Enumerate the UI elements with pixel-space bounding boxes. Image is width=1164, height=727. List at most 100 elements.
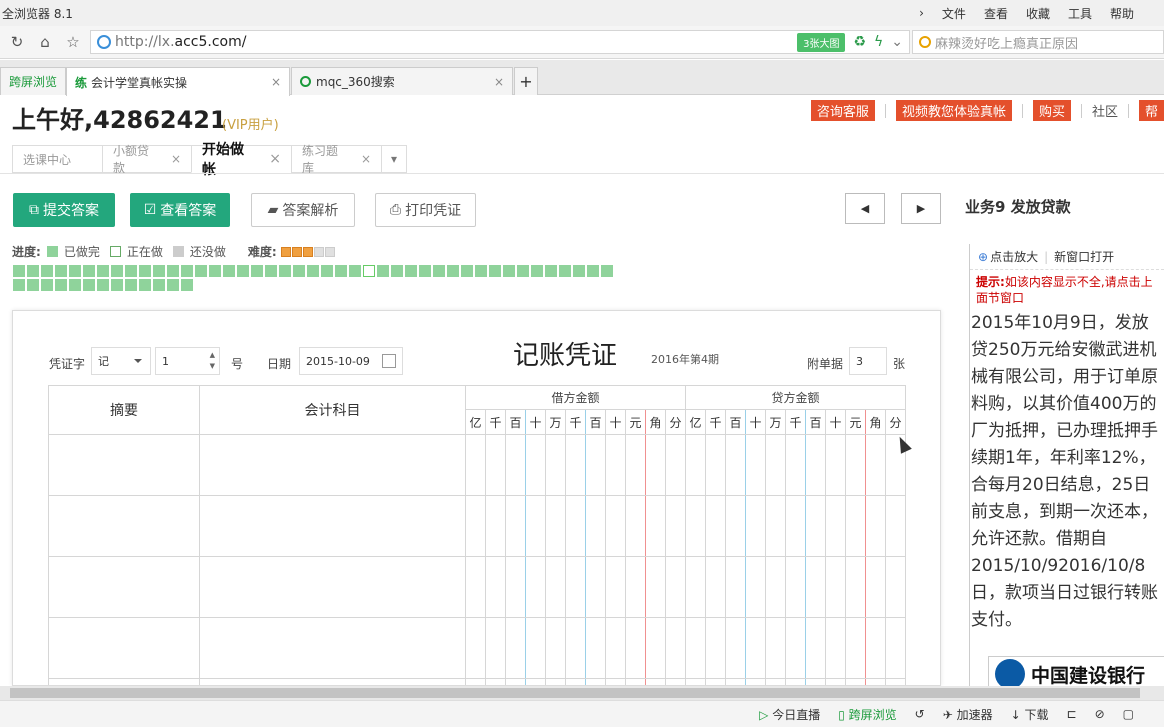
credit-digit-cell[interactable] [725, 434, 746, 496]
date-input[interactable]: 2015-10-09 [299, 347, 403, 375]
progress-cell[interactable] [559, 265, 571, 277]
home-icon[interactable]: ⌂ [34, 33, 56, 51]
credit-digit-cell[interactable] [745, 434, 766, 496]
attach-count-input[interactable]: 3 [849, 347, 887, 375]
credit-digit-cell[interactable] [765, 617, 786, 679]
credit-digit-cell[interactable] [865, 678, 886, 685]
credit-digit-cell[interactable] [765, 678, 786, 685]
debit-digit-cell[interactable] [505, 434, 526, 496]
credit-digit-cell[interactable] [785, 617, 806, 679]
lightning-icon[interactable]: ϟ [874, 34, 883, 50]
close-icon[interactable]: × [494, 75, 504, 89]
progress-cell[interactable] [13, 279, 25, 291]
account-cell[interactable] [199, 434, 466, 496]
chevron-right-icon[interactable]: › [919, 6, 924, 20]
credit-digit-cell[interactable] [705, 678, 726, 685]
credit-digit-cell[interactable] [805, 434, 826, 496]
progress-cell[interactable] [461, 265, 473, 277]
credit-digit-cell[interactable] [725, 678, 746, 685]
live-button[interactable]: ▷ 今日直播 [759, 706, 820, 723]
summary-cell[interactable] [48, 434, 200, 496]
horizontal-scrollbar[interactable] [0, 686, 1164, 700]
progress-cell[interactable] [209, 265, 221, 277]
debit-digit-cell[interactable] [665, 495, 686, 557]
progress-cell[interactable] [111, 279, 123, 291]
debit-digit-cell[interactable] [545, 434, 566, 496]
debit-digit-cell[interactable] [505, 617, 526, 679]
debit-digit-cell[interactable] [585, 617, 606, 679]
close-icon[interactable]: × [269, 151, 281, 167]
debit-digit-cell[interactable] [545, 678, 566, 685]
progress-cell[interactable] [251, 265, 263, 277]
debit-digit-cell[interactable] [525, 617, 546, 679]
debit-digit-cell[interactable] [565, 556, 586, 618]
subtab-question-bank[interactable]: 练习题库 × [291, 144, 381, 175]
credit-digit-cell[interactable] [685, 617, 706, 679]
debit-digit-cell[interactable] [565, 434, 586, 496]
progress-cell[interactable] [531, 265, 543, 277]
credit-digit-cell[interactable] [805, 678, 826, 685]
debit-digit-cell[interactable] [605, 434, 626, 496]
debit-digit-cell[interactable] [625, 556, 646, 618]
debit-digit-cell[interactable] [545, 495, 566, 557]
credit-digit-cell[interactable] [865, 434, 886, 496]
progress-cell[interactable] [321, 265, 333, 277]
debit-digit-cell[interactable] [585, 678, 606, 685]
subtab-small-loan[interactable]: 小额贷款 × [102, 144, 191, 175]
debit-digit-cell[interactable] [645, 434, 666, 496]
credit-digit-cell[interactable] [785, 495, 806, 557]
progress-cell[interactable] [55, 265, 67, 277]
credit-digit-cell[interactable] [705, 617, 726, 679]
credit-digit-cell[interactable] [745, 495, 766, 557]
voucher-word-select[interactable]: 记 [91, 347, 151, 375]
consult-button[interactable]: 咨询客服 [810, 100, 875, 121]
close-icon[interactable]: × [271, 75, 281, 89]
progress-cell[interactable] [139, 279, 151, 291]
debit-digit-cell[interactable] [485, 556, 506, 618]
credit-digit-cell[interactable] [765, 556, 786, 618]
debit-digit-cell[interactable] [545, 617, 566, 679]
debit-digit-cell[interactable] [485, 495, 506, 557]
debit-digit-cell[interactable] [525, 678, 546, 685]
credit-digit-cell[interactable] [845, 434, 866, 496]
progress-cell[interactable] [377, 265, 389, 277]
progress-cell[interactable] [545, 265, 557, 277]
debit-digit-cell[interactable] [665, 556, 686, 618]
progress-cell[interactable] [223, 265, 235, 277]
progress-cell[interactable] [475, 265, 487, 277]
debit-digit-cell[interactable] [605, 556, 626, 618]
debit-digit-cell[interactable] [485, 617, 506, 679]
subtab-course-center[interactable]: 选课中心 [12, 145, 102, 173]
progress-cell[interactable] [41, 279, 53, 291]
progress-cell[interactable] [307, 265, 319, 277]
voucher-number-stepper[interactable]: 1 ▲ ▼ [155, 347, 220, 375]
progress-cell[interactable] [335, 265, 347, 277]
credit-digit-cell[interactable] [685, 495, 706, 557]
submit-answer-button[interactable]: ⧉ 提交答案 [13, 193, 115, 227]
progress-cell[interactable] [447, 265, 459, 277]
menu-help[interactable]: 帮助 [1110, 5, 1134, 22]
progress-cell[interactable] [69, 265, 81, 277]
credit-digit-cell[interactable] [885, 678, 906, 685]
debit-digit-cell[interactable] [625, 617, 646, 679]
progress-cell[interactable] [419, 265, 431, 277]
close-icon[interactable]: × [171, 152, 181, 166]
credit-digit-cell[interactable] [825, 434, 846, 496]
new-tab-button[interactable]: + [514, 67, 538, 95]
debit-digit-cell[interactable] [645, 495, 666, 557]
menu-tools[interactable]: 工具 [1068, 5, 1092, 22]
debit-digit-cell[interactable] [665, 678, 686, 685]
tab-cross-screen[interactable]: 跨屏浏览 [0, 67, 66, 95]
account-cell[interactable] [199, 678, 466, 685]
credit-digit-cell[interactable] [805, 617, 826, 679]
progress-cell[interactable] [433, 265, 445, 277]
browser-icon[interactable]: ⊘ [1095, 707, 1105, 721]
debit-digit-cell[interactable] [465, 678, 486, 685]
credit-digit-cell[interactable] [845, 556, 866, 618]
tab-360search[interactable]: mqc_360搜索 × [291, 67, 513, 95]
progress-cell[interactable] [237, 265, 249, 277]
credit-digit-cell[interactable] [885, 556, 906, 618]
debit-digit-cell[interactable] [645, 556, 666, 618]
credit-digit-cell[interactable] [705, 434, 726, 496]
credit-digit-cell[interactable] [685, 434, 706, 496]
